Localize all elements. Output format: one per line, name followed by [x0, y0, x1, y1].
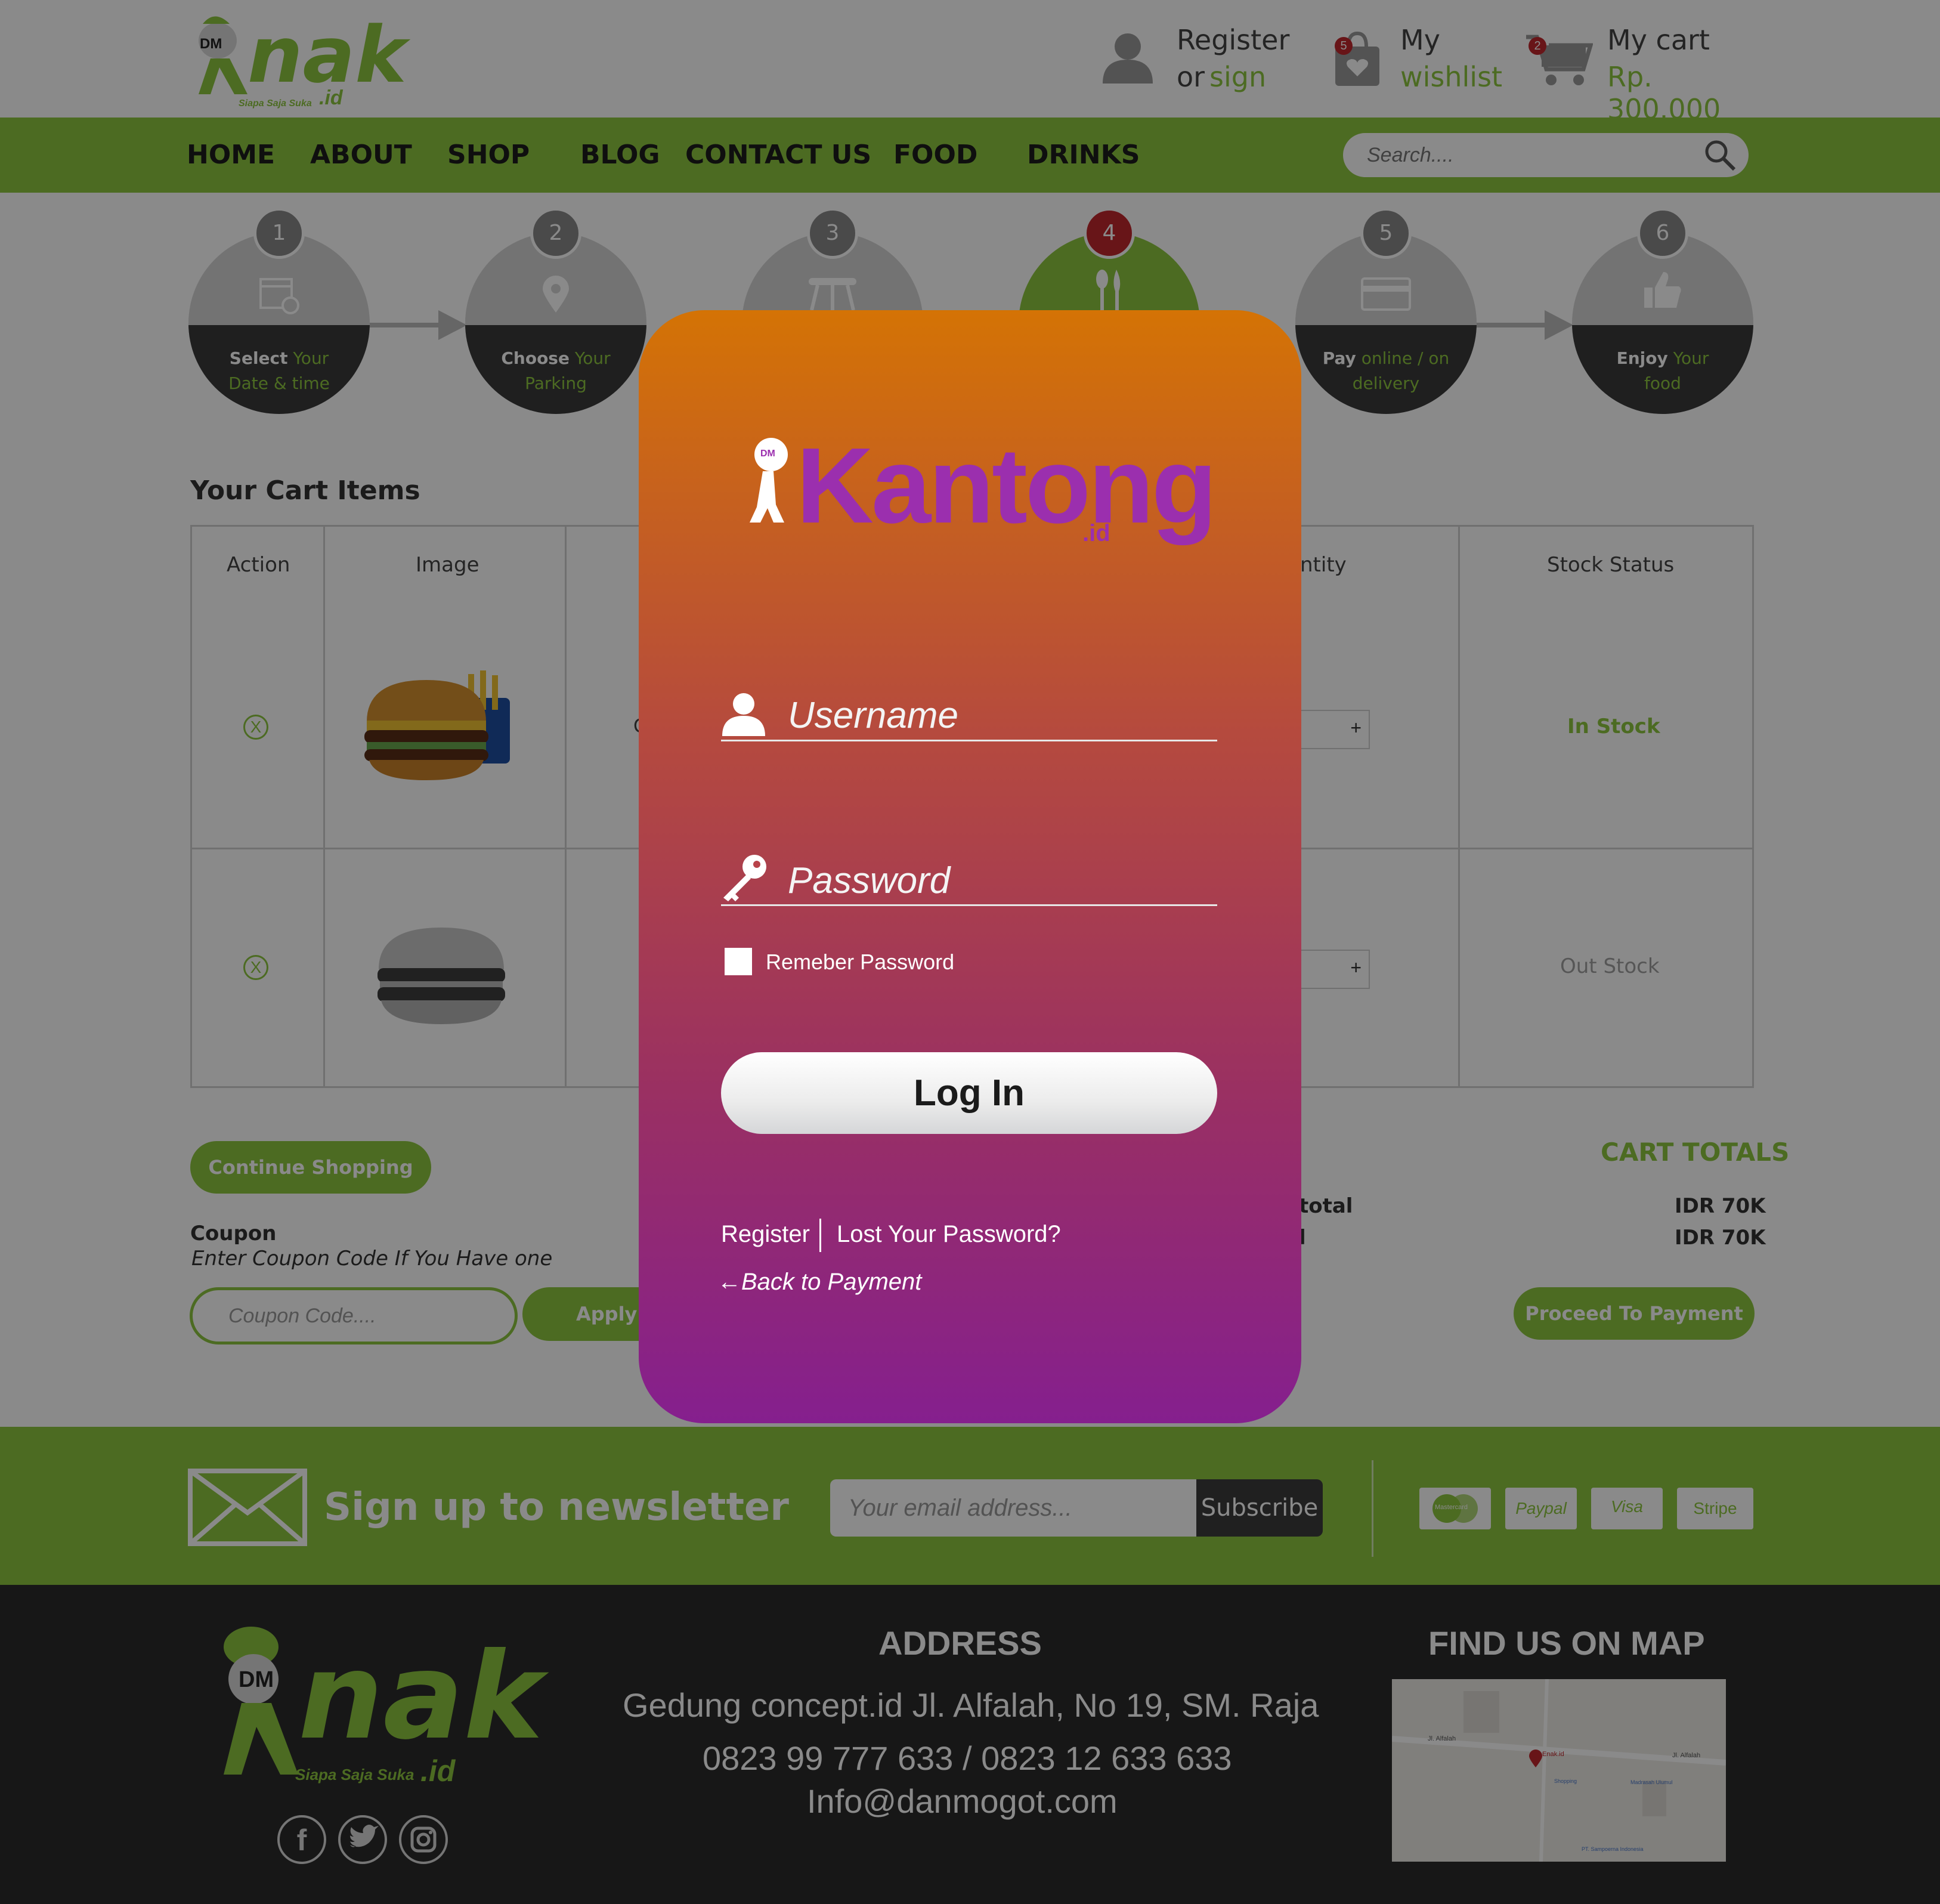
- login-button[interactable]: Log In: [721, 1052, 1217, 1134]
- mascot-badge: DM: [760, 449, 775, 459]
- kantong-tld: .id: [1082, 520, 1110, 546]
- remember-password-label[interactable]: Remeber Password: [766, 950, 954, 975]
- register-link[interactable]: Register: [721, 1221, 810, 1248]
- username-placeholder: Username: [788, 695, 958, 736]
- user-icon: [722, 693, 765, 736]
- username-underline: [721, 740, 1217, 741]
- remember-password-checkbox[interactable]: [725, 948, 752, 975]
- password-placeholder: Password: [788, 860, 951, 901]
- kantong-logo: DM Kantong .id: [747, 429, 1217, 549]
- username-field[interactable]: Username: [721, 686, 1217, 746]
- password-underline: [721, 904, 1217, 906]
- back-to-payment-link[interactable]: ←Back to Payment: [717, 1269, 921, 1296]
- password-field[interactable]: Password: [721, 850, 1217, 910]
- link-separator: [819, 1219, 821, 1252]
- kantong-wordmark: Kantong: [796, 426, 1217, 546]
- lost-password-link[interactable]: Lost Your Password?: [837, 1221, 1061, 1248]
- key-icon: [723, 855, 766, 901]
